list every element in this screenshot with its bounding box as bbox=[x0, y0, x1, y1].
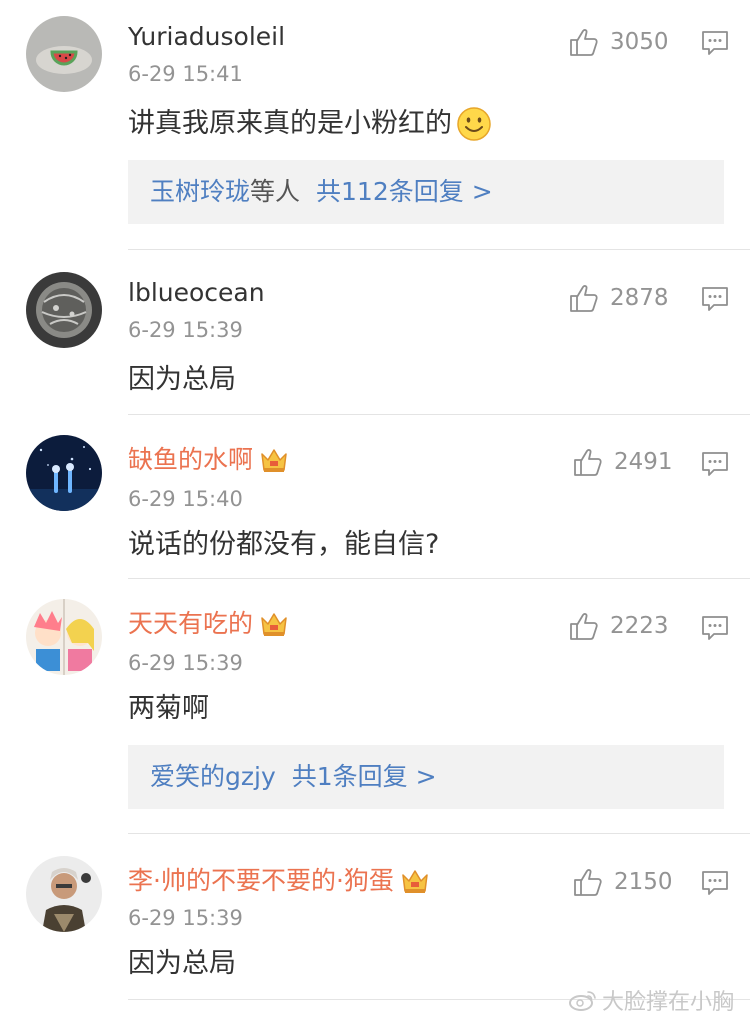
reply-count-link[interactable]: 共1条回复 > bbox=[292, 761, 437, 793]
avatar-image bbox=[26, 856, 102, 932]
reply-user-names[interactable]: 玉树玲珑 bbox=[150, 176, 250, 208]
comment-text: 讲真我原来真的是小粉红的 bbox=[128, 106, 492, 142]
username[interactable]: 缺鱼的水啊 bbox=[128, 443, 289, 477]
reply-comment-icon[interactable] bbox=[701, 451, 729, 477]
reply-suffix: 等人 bbox=[250, 177, 301, 206]
comment-item: 天天有吃的 6-29 15:39 两菊啊 2223 爱笑的gzjy 共1条回复 … bbox=[0, 579, 750, 834]
crown-vip-icon bbox=[259, 445, 289, 475]
reply-comment-icon[interactable] bbox=[701, 286, 729, 312]
reply-comment-icon[interactable] bbox=[701, 870, 729, 896]
comment-item: 缺鱼的水啊 6-29 15:40 说话的份都没有，能自信? 2491 bbox=[0, 415, 750, 579]
avatar[interactable] bbox=[26, 435, 102, 511]
like-count: 2223 bbox=[610, 613, 669, 639]
avatar[interactable] bbox=[26, 856, 102, 932]
comment-time: 6-29 15:39 bbox=[128, 906, 243, 930]
reply-summary[interactable]: 玉树玲珑 等人 共112条回复 > bbox=[128, 160, 724, 224]
avatar[interactable] bbox=[26, 16, 102, 92]
crown-vip-icon bbox=[400, 866, 430, 896]
like-button[interactable]: 2150 bbox=[572, 866, 673, 898]
avatar[interactable] bbox=[26, 272, 102, 348]
username-text[interactable]: 李·帅的不要不要的·狗蛋 bbox=[128, 864, 394, 898]
like-count: 2878 bbox=[610, 285, 669, 311]
like-button[interactable]: 2491 bbox=[572, 446, 673, 478]
comment-item: Yuriadusoleil 6-29 15:41 讲真我原来真的是小粉红的 30… bbox=[0, 0, 750, 250]
comment-text: 两菊啊 bbox=[128, 691, 209, 727]
comment-text-body: 两菊啊 bbox=[128, 693, 209, 724]
watermark: 大脸撑在小胸 bbox=[568, 984, 734, 1016]
comment-text-body: 讲真我原来真的是小粉红的 bbox=[128, 108, 452, 139]
avatar-image bbox=[26, 272, 102, 348]
thumbs-up-icon bbox=[568, 26, 600, 58]
username-text[interactable]: Yuriadusoleil bbox=[128, 20, 285, 54]
thumbs-up-icon bbox=[572, 866, 604, 898]
avatar-image bbox=[26, 16, 102, 92]
username[interactable]: 李·帅的不要不要的·狗蛋 bbox=[128, 864, 430, 898]
smile-emoji bbox=[457, 107, 491, 141]
crown-vip-icon bbox=[259, 609, 289, 639]
username[interactable]: lblueocean bbox=[128, 276, 265, 310]
reply-comment-icon[interactable] bbox=[701, 30, 729, 56]
like-count: 2150 bbox=[614, 869, 673, 895]
comment-text: 因为总局 bbox=[128, 362, 236, 398]
comment-text: 因为总局 bbox=[128, 946, 236, 982]
like-button[interactable]: 3050 bbox=[568, 26, 669, 58]
comment-text: 说话的份都没有，能自信? bbox=[128, 527, 439, 563]
username-text[interactable]: lblueocean bbox=[128, 276, 265, 310]
username-text[interactable]: 天天有吃的 bbox=[128, 607, 253, 641]
comment-text-body: 因为总局 bbox=[128, 364, 236, 395]
like-button[interactable]: 2878 bbox=[568, 282, 669, 314]
avatar-image bbox=[26, 435, 102, 511]
like-count: 2491 bbox=[614, 449, 673, 475]
like-button[interactable]: 2223 bbox=[568, 610, 669, 642]
comment-text-body: 因为总局 bbox=[128, 948, 236, 979]
username[interactable]: 天天有吃的 bbox=[128, 607, 289, 641]
username[interactable]: Yuriadusoleil bbox=[128, 20, 285, 54]
comment-time: 6-29 15:41 bbox=[128, 62, 243, 86]
thumbs-up-icon bbox=[572, 446, 604, 478]
avatar-image bbox=[26, 599, 102, 675]
username-text[interactable]: 缺鱼的水啊 bbox=[128, 443, 253, 477]
comment-time: 6-29 15:39 bbox=[128, 318, 243, 342]
like-count: 3050 bbox=[610, 29, 669, 55]
reply-count-link[interactable]: 共112条回复 > bbox=[316, 176, 493, 208]
reply-summary[interactable]: 爱笑的gzjy 共1条回复 > bbox=[128, 745, 724, 809]
watermark-text: 大脸撑在小胸 bbox=[602, 990, 735, 1015]
comment-time: 6-29 15:39 bbox=[128, 651, 243, 675]
comment-item: lblueocean 6-29 15:39 因为总局 2878 bbox=[0, 250, 750, 415]
comment-time: 6-29 15:40 bbox=[128, 487, 243, 511]
avatar[interactable] bbox=[26, 599, 102, 675]
comment-text-body: 说话的份都没有，能自信? bbox=[128, 529, 440, 560]
weibo-logo-icon bbox=[569, 991, 596, 1011]
reply-comment-icon[interactable] bbox=[701, 615, 729, 641]
thumbs-up-icon bbox=[568, 282, 600, 314]
thumbs-up-icon bbox=[568, 610, 600, 642]
reply-user-names[interactable]: 爱笑的gzjy bbox=[150, 761, 276, 793]
